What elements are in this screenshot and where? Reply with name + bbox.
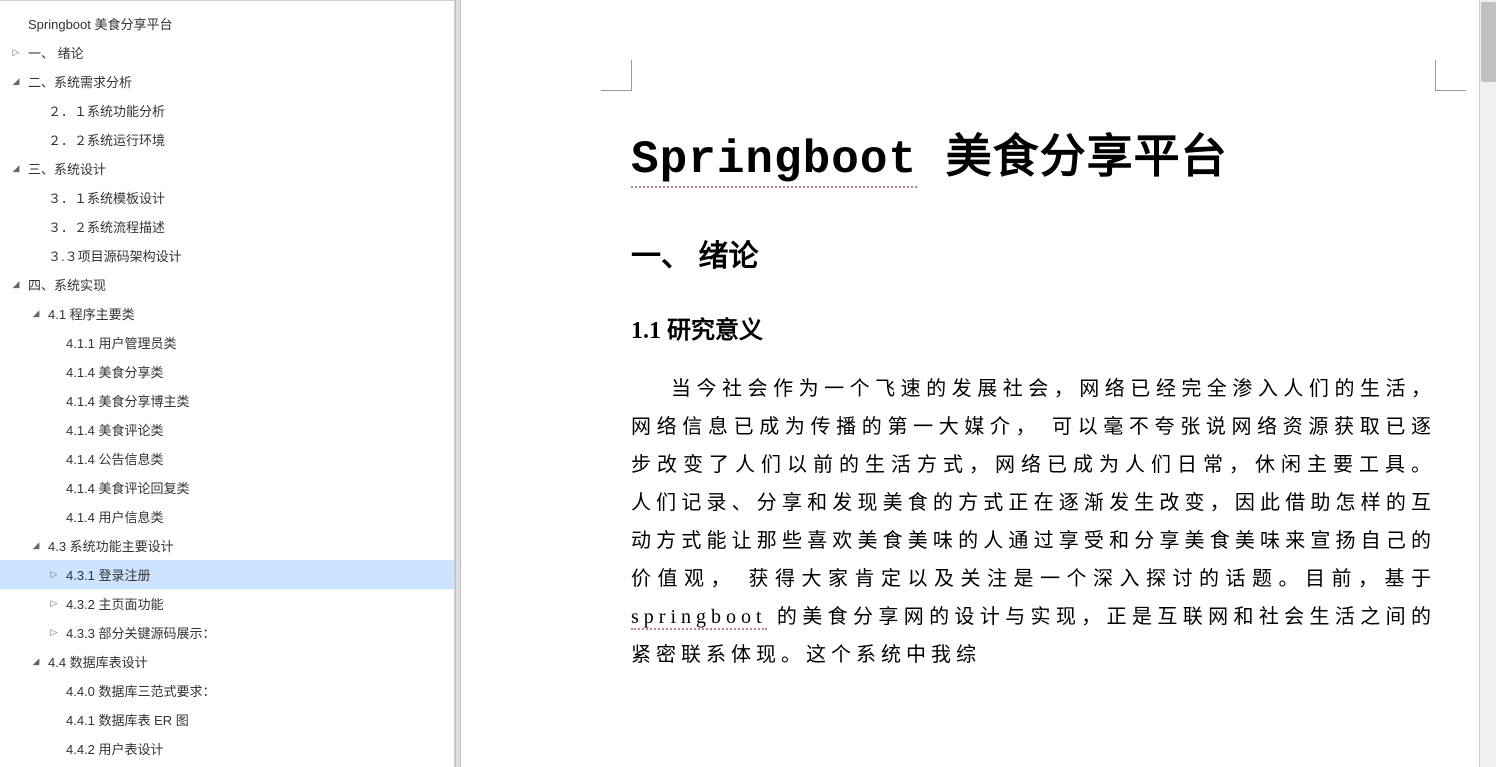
twisty-icon[interactable]: ▷ (48, 598, 60, 609)
twisty-icon[interactable]: ◢ (30, 656, 42, 667)
outline-item-label: ３．１系统模板设计 (48, 188, 165, 207)
outline-item[interactable]: ◢ 三、系统设计 (0, 154, 454, 183)
outline-item[interactable]: ▷３．１系统模板设计 (0, 183, 454, 212)
twisty-icon[interactable]: ◢ (10, 76, 22, 87)
outline-item-label: 4.1.4 公告信息类 (66, 449, 164, 468)
outline-item[interactable]: ▷4.4.2 用户表设计 (0, 734, 454, 763)
outline-item-label: ３．２系统流程描述 (48, 217, 165, 236)
outline-item[interactable]: ▷ 4.3.1 登录注册 (0, 560, 454, 589)
document-area: Springboot 美食分享平台 一、 绪论 1.1 研究意义 当今社会作为一… (461, 0, 1496, 767)
twisty-icon[interactable]: ◢ (10, 163, 22, 174)
outline-item[interactable]: ▷２．２系统运行环境 (0, 125, 454, 154)
outline-item-label: 4.1.1 用户管理员类 (66, 333, 177, 352)
twisty-icon[interactable]: ◢ (30, 540, 42, 551)
outline-item-label: 4.4.1 数据库表 ER 图 (66, 710, 189, 729)
document-page: Springboot 美食分享平台 一、 绪论 1.1 研究意义 当今社会作为一… (461, 0, 1496, 674)
outline-item-label: 4.1.4 用户信息类 (66, 507, 164, 526)
vertical-scrollbar[interactable] (1479, 0, 1496, 767)
outline-item[interactable]: ◢ 二、系统需求分析 (0, 67, 454, 96)
outline-item-label: 三、系统设计 (28, 159, 106, 178)
twisty-icon[interactable]: ◢ (10, 279, 22, 290)
twisty-icon[interactable]: ◢ (30, 308, 42, 319)
scroll-thumb[interactable] (1481, 2, 1496, 82)
outline-item-label: 4.3.3 部分关键源码展示： (66, 623, 216, 642)
outline-item[interactable]: ◢ 4.3 系统功能主要设计 (0, 531, 454, 560)
title-rest: 美食分享平台 (917, 134, 1228, 186)
twisty-icon[interactable]: ▷ (48, 569, 60, 580)
outline-item-label: 4.1 程序主要类 (48, 304, 135, 323)
outline-item-label: 一、 绪论 (28, 43, 84, 62)
outline-item-label: 4.4 数据库表设计 (48, 652, 148, 671)
document-title: Springboot 美食分享平台 (631, 120, 1436, 186)
title-first-word: Springboot (631, 134, 917, 188)
outline-item[interactable]: ▷ 一、 绪论 (0, 38, 454, 67)
outline-item[interactable]: ▷4.1.4 用户信息类 (0, 502, 454, 531)
outline-item[interactable]: ▷３.３项目源码架构设计 (0, 241, 454, 270)
outline-item[interactable]: ▷ 4.3.2 主页面功能 (0, 589, 454, 618)
outline-item[interactable]: ▷２．１系统功能分析 (0, 96, 454, 125)
outline-item-label: 四、系统实现 (28, 275, 106, 294)
outline-item-label: Springboot 美食分享平台 (28, 14, 173, 33)
outline-item-label: 4.3.1 登录注册 (66, 565, 151, 584)
outline-item[interactable]: ▷4.1.1 用户管理员类 (0, 328, 454, 357)
outline-tree: ▷Springboot 美食分享平台▷一、 绪论◢二、系统需求分析▷２．１系统功… (0, 1, 454, 767)
outline-item-label: 4.4.0 数据库三范式要求： (66, 681, 216, 700)
heading-1: 一、 绪论 (631, 231, 1436, 275)
para-pre: 当今社会作为一个飞速的发展社会，网络已经完全渗入人们的生活， 网络信息已成为传播… (631, 378, 1436, 590)
body-paragraph: 当今社会作为一个飞速的发展社会，网络已经完全渗入人们的生活， 网络信息已成为传播… (631, 370, 1436, 674)
heading-2: 1.1 研究意义 (631, 310, 1436, 345)
outline-item-label: 4.1.4 美食分享类 (66, 362, 164, 381)
outline-item-label: 二、系统需求分析 (28, 72, 132, 91)
outline-item-label: 4.1.4 美食分享博主类 (66, 391, 190, 410)
outline-item-label: ２．１系统功能分析 (48, 101, 165, 120)
twisty-icon[interactable]: ▷ (10, 47, 22, 58)
para-keyword: springboot (631, 606, 767, 630)
outline-item-label: 4.4.2 用户表设计 (66, 739, 164, 758)
outline-item-label: 4.3 系统功能主要设计 (48, 536, 174, 555)
outline-item[interactable]: ▷３．２系统流程描述 (0, 212, 454, 241)
outline-item-label: ３.３项目源码架构设计 (48, 246, 182, 265)
outline-item-label: 4.3.2 主页面功能 (66, 594, 164, 613)
twisty-icon[interactable]: ▷ (48, 627, 60, 638)
outline-item[interactable]: ▷4.1.4 美食评论类 (0, 415, 454, 444)
outline-item[interactable]: ▷4.1.4 美食分享类 (0, 357, 454, 386)
outline-item[interactable]: ◢ 四、系统实现 (0, 270, 454, 299)
outline-item[interactable]: ◢ 4.1 程序主要类 (0, 299, 454, 328)
outline-item[interactable]: ▷4.4.0 数据库三范式要求： (0, 676, 454, 705)
outline-sidebar: ▷Springboot 美食分享平台▷一、 绪论◢二、系统需求分析▷２．１系统功… (0, 0, 455, 767)
outline-item-label: 4.1.4 美食评论类 (66, 420, 164, 439)
outline-item[interactable]: ▷Springboot 美食分享平台 (0, 9, 454, 38)
outline-item[interactable]: ▷4.1.4 美食分享博主类 (0, 386, 454, 415)
outline-item[interactable]: ▷4.1.4 公告信息类 (0, 444, 454, 473)
outline-item[interactable]: ▷4.4.1 数据库表 ER 图 (0, 705, 454, 734)
outline-item[interactable]: ▷ 4.3.3 部分关键源码展示： (0, 618, 454, 647)
outline-item[interactable]: ▷4.1.4 美食评论回复类 (0, 473, 454, 502)
outline-item-label: ２．２系统运行环境 (48, 130, 165, 149)
outline-item-label: 4.1.4 美食评论回复类 (66, 478, 190, 497)
page-corner-marks (631, 60, 1436, 100)
outline-item[interactable]: ◢ 4.4 数据库表设计 (0, 647, 454, 676)
